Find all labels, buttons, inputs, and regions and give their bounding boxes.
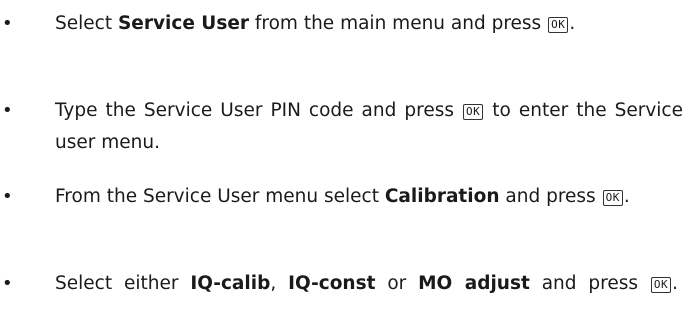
step-text: Type the Service User PIN code and press… (55, 100, 683, 153)
menu-item-name: IQ-calib (190, 273, 271, 294)
bullet-icon: • (2, 13, 13, 34)
bullet-icon: • (2, 273, 13, 294)
step-text: Select Service User from the main menu a… (55, 13, 576, 34)
ok-key-icon: OK (650, 277, 672, 293)
step-text: From the Service User menu select Calibr… (55, 186, 630, 207)
menu-item-name: MO adjust (418, 273, 530, 294)
ok-key-icon: OK (602, 190, 623, 206)
menu-item-name: Calibration (384, 186, 500, 207)
menu-item-name: Service User (117, 13, 250, 34)
bullet-icon: • (2, 186, 13, 207)
step-text: Select either IQ-calib, IQ-const or MO a… (55, 273, 679, 294)
ok-key-icon: OK (463, 104, 484, 120)
instruction-list: • Select Service User from the main menu… (0, 0, 698, 329)
menu-item-name: IQ-const (288, 273, 376, 294)
ok-key-icon: OK (548, 17, 569, 33)
bullet-icon: • (2, 100, 13, 121)
